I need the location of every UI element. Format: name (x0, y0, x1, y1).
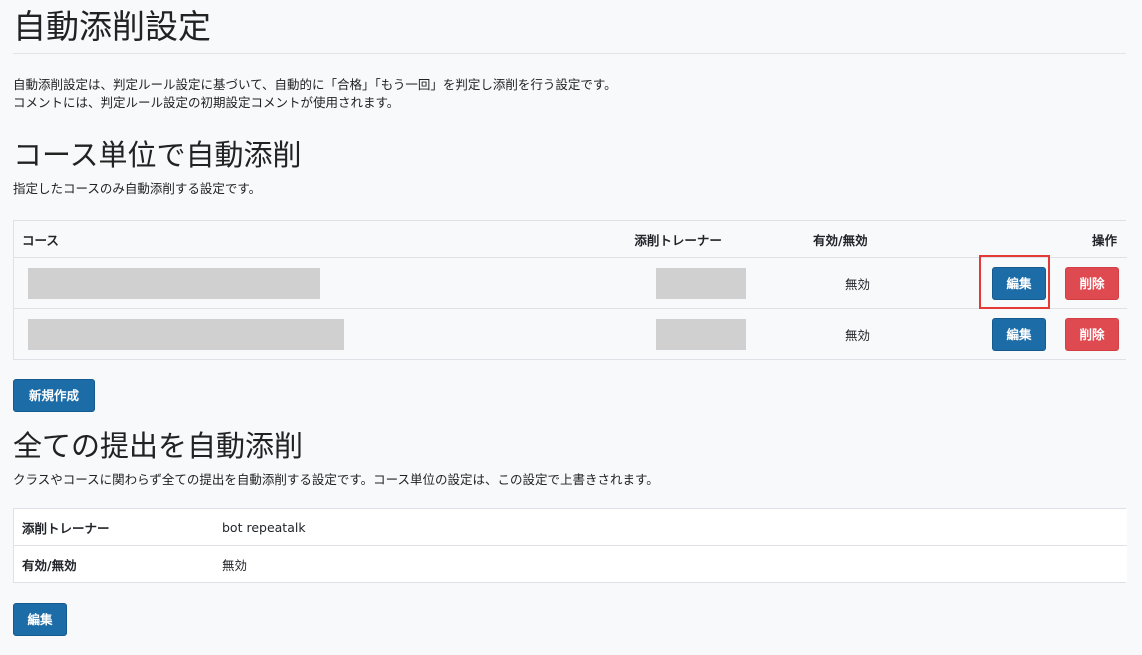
status-value: 無効 (222, 557, 248, 573)
all-settings-table: 添削トレーナー bot repeatalk 有効/無効 無効 (14, 509, 1127, 582)
edit-button[interactable]: 編集 (991, 317, 1046, 351)
trainer-key: 添削トレーナー (14, 509, 214, 546)
redacted-course-name (28, 267, 320, 299)
column-header-course: コース (14, 221, 627, 258)
status-cell: 無効 (779, 257, 896, 309)
page-description-line-1: 自動添削設定は、判定ルール設定に基づいて、自動的に「合格」「もう一回」を判定し添… (13, 77, 617, 92)
status-cell: 無効 (779, 308, 896, 359)
all-section-title: 全ての提出を自動添削 (13, 429, 304, 463)
delete-button[interactable]: 削除 (1064, 317, 1119, 351)
course-settings-table: コース 添削トレーナー 有効/無効 操作 無効 編集 削除 無効 編集 削除 (14, 221, 1127, 359)
trainer-cell (626, 257, 779, 309)
course-section-title: コース単位で自動添削 (13, 138, 302, 172)
page-description: 自動添削設定は、判定ルール設定に基づいて、自動的に「合格」「もう一回」を判定し添… (13, 76, 1126, 112)
page-title: 自動添削設定 (13, 0, 1126, 54)
redacted-trainer-name (656, 318, 747, 350)
column-header-trainer: 添削トレーナー (626, 221, 779, 258)
redacted-course-name (28, 318, 344, 350)
table-row: 無効 編集 削除 (14, 308, 1127, 359)
table-header-row: コース 添削トレーナー 有効/無効 操作 (14, 221, 1127, 258)
status-key: 有効/無効 (22, 557, 77, 573)
table-row: 添削トレーナー bot repeatalk (14, 509, 1127, 546)
new-course-setting-button[interactable]: 新規作成 (13, 379, 95, 412)
course-settings-table-panel: コース 添削トレーナー 有効/無効 操作 無効 編集 削除 無効 編集 削除 (13, 220, 1127, 360)
column-header-actions: 操作 (895, 221, 1127, 258)
highlight-box (979, 255, 1050, 309)
delete-button[interactable]: 削除 (1064, 266, 1119, 300)
trainer-cell (626, 308, 779, 359)
trainer-value: bot repeatalk (214, 509, 1127, 546)
course-cell (14, 257, 627, 309)
all-section-description: クラスやコースに関わらず全ての提出を自動添削する設定です。コース単位の設定は、こ… (13, 472, 659, 487)
actions-cell: 編集 削除 (895, 308, 1127, 359)
page-container: 自動添削設定 自動添削設定は、判定ルール設定に基づいて、自動的に「合格」「もう一… (13, 0, 1127, 636)
redacted-trainer-name (656, 267, 747, 299)
table-row: 無効 編集 削除 (14, 257, 1127, 309)
table-row: 有効/無効 無効 (14, 546, 1127, 583)
edit-all-setting-button[interactable]: 編集 (13, 603, 67, 636)
all-settings-table-panel: 添削トレーナー bot repeatalk 有効/無効 無効 (13, 508, 1127, 583)
course-section-description: 指定したコースのみ自動添削する設定です。 (13, 181, 262, 196)
course-cell (14, 308, 627, 359)
page-description-line-2: コメントには、判定ルール設定の初期設定コメントが使用されます。 (13, 95, 400, 110)
column-header-status: 有効/無効 (779, 221, 896, 258)
